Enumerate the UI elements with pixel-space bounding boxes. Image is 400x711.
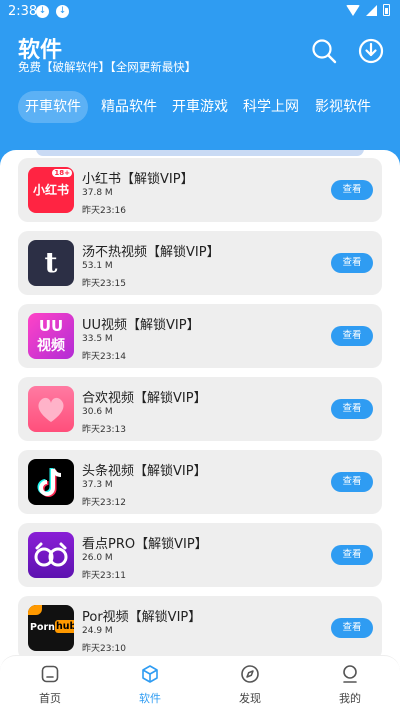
nav-home[interactable]: 首页: [20, 664, 80, 706]
app-size: 37.8 M: [82, 188, 113, 198]
icon-label: Porn: [30, 622, 55, 633]
app-card[interactable]: 合欢视频【解锁VIP】 30.6 M 昨天23:13 查看: [18, 377, 382, 441]
icon-label: t: [44, 246, 58, 279]
app-size: 53.1 M: [82, 261, 113, 271]
app-name: 小红书【解锁VIP】: [82, 172, 194, 187]
status-icons: [346, 4, 390, 16]
heart-shape-icon: [38, 397, 64, 422]
app-time: 昨天23:13: [82, 425, 126, 435]
view-button[interactable]: 查看: [331, 545, 373, 565]
app-time: 昨天23:11: [82, 571, 126, 581]
app-card[interactable]: UU 视频 UU视频【解锁VIP】 33.5 M 昨天23:14 查看: [18, 304, 382, 368]
app-name: UU视频【解锁VIP】: [82, 318, 200, 333]
app-name: 合欢视频【解锁VIP】: [82, 391, 207, 406]
app-name: 看点PRO【解锁VIP】: [82, 537, 208, 552]
cube-icon: [142, 665, 158, 683]
tab-kaiche-software[interactable]: 开車软件: [18, 91, 88, 123]
app-size: 33.5 M: [82, 334, 113, 344]
app-size: 24.9 M: [82, 626, 113, 636]
app-time: 昨天23:14: [82, 352, 126, 362]
app-card[interactable]: 小红书 18+ 小红书【解锁VIP】 37.8 M 昨天23:16 查看: [18, 158, 382, 222]
download-notification-icon: ↓: [36, 5, 49, 18]
nav-discover-label: 发现: [239, 692, 261, 705]
app-name: 头条视频【解锁VIP】: [82, 464, 207, 479]
banner-strip: [36, 150, 364, 156]
nav-software-label: 软件: [139, 692, 161, 705]
download-icon[interactable]: [358, 38, 384, 64]
app-time: 昨天23:12: [82, 498, 126, 508]
app-card[interactable]: t 汤不热视频【解锁VIP】 53.1 M 昨天23:15 查看: [18, 231, 382, 295]
battery-icon: [383, 4, 390, 16]
music-note-icon: [37, 468, 62, 497]
app-name: Por视频【解锁VIP】: [82, 610, 202, 625]
view-button[interactable]: 查看: [331, 618, 373, 638]
compass-icon: [241, 665, 259, 683]
tiktok-icon: [28, 459, 74, 505]
heart-icon: [28, 386, 74, 432]
view-button[interactable]: 查看: [331, 180, 373, 200]
corner-accent: [28, 605, 42, 615]
app-header: 2:38 ↓ ↓ 软件 免费【破解软件】【全网更新最快】 开車软件 精品软件 开…: [0, 0, 400, 170]
wifi-icon: [346, 4, 360, 16]
status-bar: 2:38 ↓ ↓: [0, 0, 400, 24]
search-icon[interactable]: [311, 38, 337, 64]
view-button[interactable]: 查看: [331, 253, 373, 273]
icon-label: 小红书: [32, 183, 69, 197]
uu-video-icon: UU 视频: [28, 313, 74, 359]
home-icon: [41, 665, 59, 683]
app-size: 37.3 M: [82, 480, 113, 490]
app-card[interactable]: 看点PRO【解锁VIP】 26.0 M 昨天23:11 查看: [18, 523, 382, 587]
app-time: 昨天23:16: [82, 206, 126, 216]
app-name: 汤不热视频【解锁VIP】: [82, 245, 220, 260]
status-time: 2:38: [8, 4, 38, 19]
view-button[interactable]: 查看: [331, 472, 373, 492]
icon-badge: hub: [55, 620, 74, 633]
app-list: 小红书 18+ 小红书【解锁VIP】 37.8 M 昨天23:16 查看 t 汤…: [0, 150, 400, 680]
app-size: 26.0 M: [82, 553, 113, 563]
download-notification-icon: ↓: [56, 5, 69, 18]
app-time: 昨天23:10: [82, 644, 126, 654]
bottom-nav: 首页 软件 发现 我的: [0, 655, 400, 711]
view-button[interactable]: 查看: [331, 326, 373, 346]
eyes-icon: [34, 542, 68, 567]
tab-premium-software[interactable]: 精品软件: [94, 91, 164, 123]
kandian-pro-icon: [28, 532, 74, 578]
xiaohongshu-icon: 小红书 18+: [28, 167, 74, 213]
signal-icon: [366, 4, 377, 16]
icon-label-uu: UU: [38, 317, 64, 335]
icon-label-video: 视频: [37, 338, 65, 354]
user-icon: [343, 665, 357, 683]
tab-vpn[interactable]: 科学上网: [236, 91, 306, 123]
category-tabs: 开車软件 精品软件 开車游戏 科学上网 影视软件: [18, 91, 400, 123]
nav-home-label: 首页: [39, 692, 61, 705]
app-card[interactable]: Porn hub Por视频【解锁VIP】 24.9 M 昨天23:10 查看: [18, 596, 382, 660]
nav-mine-label: 我的: [339, 692, 361, 705]
tab-kaiche-games[interactable]: 开車游戏: [165, 91, 235, 123]
view-button[interactable]: 查看: [331, 399, 373, 419]
tumblr-icon: t: [28, 240, 74, 286]
nav-mine[interactable]: 我的: [320, 664, 380, 706]
nav-software[interactable]: 软件: [120, 664, 180, 706]
app-card[interactable]: 头条视频【解锁VIP】 37.3 M 昨天23:12 查看: [18, 450, 382, 514]
page-subtitle: 免费【破解软件】【全网更新最快】: [18, 60, 197, 74]
app-size: 30.6 M: [82, 407, 113, 417]
app-time: 昨天23:15: [82, 279, 126, 289]
nav-discover[interactable]: 发现: [220, 664, 280, 706]
age-badge: 18+: [52, 169, 72, 177]
pornhub-icon: Porn hub: [28, 605, 74, 651]
tab-video-software[interactable]: 影视软件: [308, 91, 378, 123]
